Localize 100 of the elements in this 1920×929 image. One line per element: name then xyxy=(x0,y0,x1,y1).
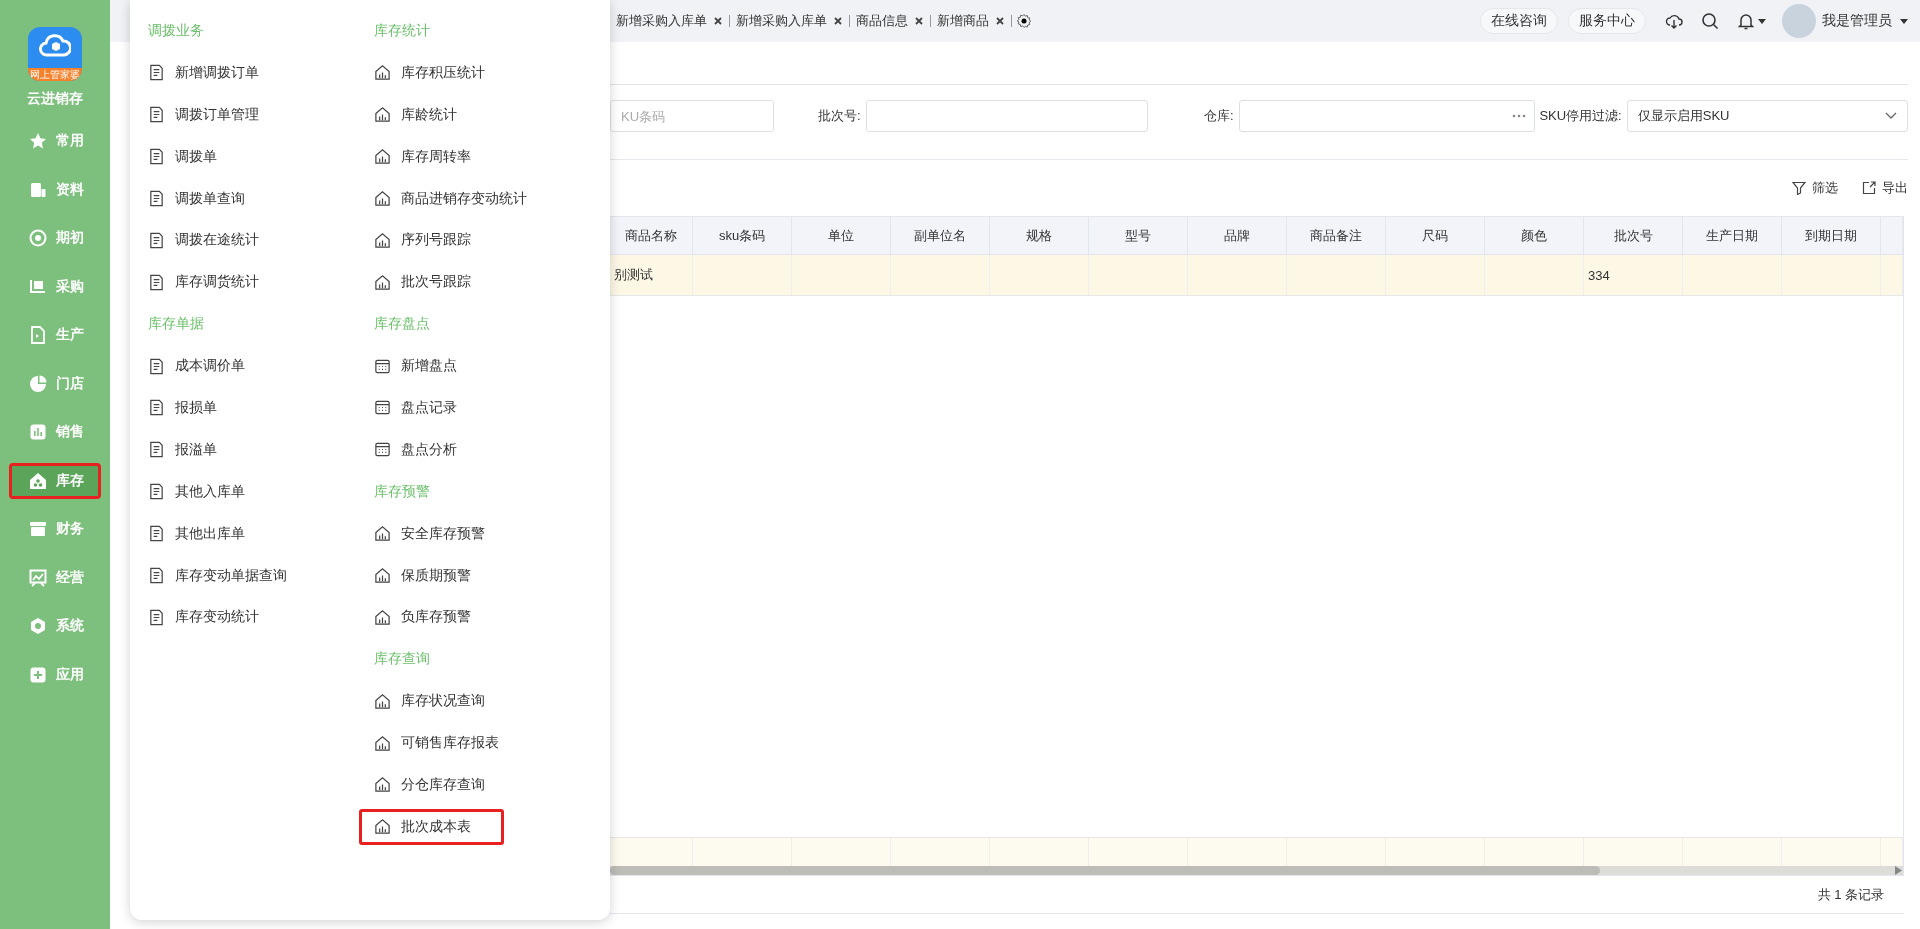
menu-item[interactable]: 调拨订单管理 xyxy=(133,96,292,133)
close-icon[interactable] xyxy=(713,16,723,26)
chevron-down-icon[interactable] xyxy=(1885,112,1897,120)
menu-item[interactable]: 报溢单 xyxy=(133,431,250,468)
search-icon[interactable] xyxy=(1701,12,1719,30)
menu-item[interactable]: 报损单 xyxy=(133,389,250,426)
menu-item[interactable]: 其他出库单 xyxy=(133,515,278,552)
bell-icon[interactable] xyxy=(1737,12,1755,30)
document-icon xyxy=(148,64,165,82)
house-icon xyxy=(374,106,391,124)
document-icon xyxy=(148,608,165,626)
house-icon xyxy=(374,190,391,207)
page-tab[interactable]: 新增商品 xyxy=(931,15,1012,27)
menu-item[interactable]: 分仓库存查询 xyxy=(359,766,518,803)
menu-item[interactable]: 成本调价单 xyxy=(133,348,278,385)
document-icon xyxy=(148,190,165,207)
menu-item[interactable]: 保质期预警 xyxy=(359,557,504,594)
logo-badge: 网上管家婆 xyxy=(28,68,82,81)
user-name[interactable]: 我是管理员 xyxy=(1822,12,1892,30)
caret-icon[interactable] xyxy=(1758,17,1766,25)
document-icon xyxy=(148,483,165,501)
column-header[interactable]: 副单位名 xyxy=(891,217,990,254)
menu-item[interactable]: 库存周转率 xyxy=(359,138,504,175)
caret-icon[interactable] xyxy=(1900,17,1908,25)
field-label: 仓库: xyxy=(1203,107,1234,125)
menu-item[interactable]: 批次号跟踪 xyxy=(359,264,504,301)
menu-item[interactable]: 调拨单 xyxy=(133,138,250,175)
house-icon xyxy=(374,148,391,166)
document-icon xyxy=(148,399,165,417)
house-icon xyxy=(29,471,47,490)
house-icon xyxy=(374,273,391,291)
column-header[interactable]: sku条码 xyxy=(693,217,792,254)
column-header[interactable]: 尺码 xyxy=(1386,217,1485,254)
header-button[interactable]: 服务中心 xyxy=(1568,8,1646,34)
column-header[interactable]: 批次号 xyxy=(1584,217,1683,254)
table-row[interactable]: 别测试 334 xyxy=(610,255,1903,296)
menu-item[interactable]: 序列号跟踪 xyxy=(359,222,504,259)
settings-icon[interactable] xyxy=(1016,13,1032,29)
column-header[interactable]: 到期日期 xyxy=(1782,217,1881,254)
hexagon-icon xyxy=(29,617,47,636)
column-header[interactable]: 颜色 xyxy=(1485,217,1584,254)
house-icon xyxy=(374,776,391,794)
table-cell: 334 xyxy=(1584,255,1683,295)
line-chart-icon xyxy=(29,568,47,587)
column-header[interactable]: 型号 xyxy=(1089,217,1188,254)
menu-item[interactable]: 负库存预警 xyxy=(359,599,504,636)
house-icon xyxy=(374,567,391,584)
header-button[interactable]: 在线咨询 xyxy=(1480,8,1558,34)
close-icon[interactable] xyxy=(995,16,1005,26)
menu-item[interactable]: 库存积压统计 xyxy=(359,54,518,91)
document-icon xyxy=(148,231,165,249)
close-icon[interactable] xyxy=(914,16,924,26)
warehouse-field[interactable] xyxy=(1238,100,1536,132)
menu-item[interactable]: 盘点记录 xyxy=(359,389,490,426)
document-icon xyxy=(148,148,165,166)
pie-chart-icon xyxy=(29,374,47,393)
column-header[interactable]: 规格 xyxy=(990,217,1089,254)
menu-item[interactable]: 安全库存预警 xyxy=(359,515,518,552)
column-header[interactable]: 品牌 xyxy=(1188,217,1287,254)
menu-group-heading: 库存统计 xyxy=(373,20,431,40)
page-tab[interactable]: 商品信息 xyxy=(850,15,931,27)
horizontal-scrollbar[interactable] xyxy=(610,866,1903,875)
menu-item[interactable]: 商品进销存变动统计 xyxy=(359,180,560,217)
menu-item[interactable]: 可销售库存报表 xyxy=(359,725,532,762)
sku-filter-select[interactable]: 仅显示启用SKU xyxy=(1626,100,1908,132)
column-header[interactable]: 生产日期 xyxy=(1683,217,1782,254)
close-icon[interactable] xyxy=(833,16,843,26)
menu-item[interactable]: 库龄统计 xyxy=(359,96,490,133)
calendar-icon xyxy=(374,441,391,459)
document-icon xyxy=(148,567,165,584)
house-icon xyxy=(374,525,391,543)
menu-group-heading: 库存盘点 xyxy=(373,314,431,334)
menu-item[interactable]: 批次成本表 xyxy=(359,808,504,845)
cloud-download-icon[interactable] xyxy=(1665,12,1683,30)
house-icon xyxy=(374,818,391,836)
menu-item[interactable]: 调拨在途统计 xyxy=(133,222,292,259)
batch-number-field[interactable] xyxy=(865,100,1148,132)
column-header[interactable]: 单位 xyxy=(792,217,891,254)
house-icon xyxy=(374,231,391,249)
menu-item[interactable]: 其他入库单 xyxy=(133,473,278,510)
field-label: SKU停用过滤: xyxy=(1539,107,1622,125)
document-icon xyxy=(148,106,165,124)
menu-item[interactable]: 库存变动统计 xyxy=(133,599,292,636)
calendar-icon xyxy=(374,357,391,375)
menu-group-heading: 调拨业务 xyxy=(147,20,205,40)
sku-code-field[interactable]: KU条码 xyxy=(610,100,774,132)
menu-item[interactable]: 调拨单查询 xyxy=(133,180,278,217)
export-button[interactable]: 导出 xyxy=(1862,179,1908,197)
menu-item[interactable]: 新增调拨订单 xyxy=(133,54,292,91)
page-tab[interactable]: 新增采购入库单 xyxy=(730,15,850,27)
menu-item[interactable]: 库存调货统计 xyxy=(133,264,292,301)
more-icon[interactable] xyxy=(1512,114,1527,118)
menu-item[interactable]: 新增盘点 xyxy=(359,348,490,385)
column-header[interactable]: 商品备注 xyxy=(1287,217,1386,254)
document-icon xyxy=(148,273,165,291)
menu-item[interactable]: 库存变动单据查询 xyxy=(133,557,320,594)
menu-item[interactable]: 库存状况查询 xyxy=(359,683,518,720)
filter-button[interactable]: 筛选 xyxy=(1792,179,1838,197)
star-icon xyxy=(29,132,47,151)
menu-item[interactable]: 盘点分析 xyxy=(359,431,490,468)
